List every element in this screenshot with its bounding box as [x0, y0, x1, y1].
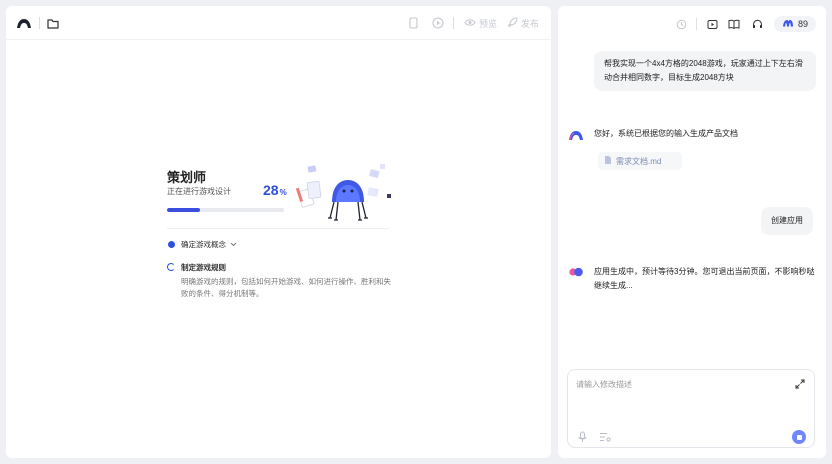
mic-icon[interactable]: [576, 430, 588, 444]
book-icon[interactable]: [728, 18, 740, 30]
message-composer: [567, 369, 815, 448]
mobile-icon[interactable]: [407, 16, 419, 30]
folder-icon[interactable]: [46, 16, 60, 30]
rocket-icon: [507, 17, 518, 30]
header-separator: [453, 17, 454, 29]
user-message: 创建应用: [761, 207, 813, 235]
video-icon[interactable]: [706, 18, 718, 30]
role-title: 策划师: [167, 170, 207, 185]
step-description: 明确游戏的规则，包括如何开始游戏、如何进行操作、胜利和失败的条件、得分机制等。: [181, 277, 391, 298]
credits-logo-icon: [782, 19, 794, 29]
step-item-rules[interactable]: 制定游戏规则: [181, 262, 226, 273]
ai-generating-icon: [569, 267, 583, 277]
progress-bar: [167, 208, 284, 212]
designer-illustration: [295, 164, 391, 221]
divider: [167, 228, 389, 229]
doc-attachment-name: 需求文档.md: [616, 156, 662, 166]
step-loading-icon: [167, 263, 175, 271]
user-message: 帮我实现一个4x4方格的2048游戏，玩家通过上下左右滑动合并相同数字，目标生成…: [594, 51, 816, 91]
progress-bar-fill: [167, 208, 200, 212]
credits-badge[interactable]: 89: [774, 16, 816, 32]
step-item-concept[interactable]: 确定游戏概念: [181, 239, 237, 250]
stop-generation-button[interactable]: [792, 430, 806, 444]
history-icon[interactable]: [675, 18, 687, 30]
stop-icon: [796, 434, 802, 440]
chat-panel: 89 帮我实现一个4x4方格的2048游戏，玩家通过上下左右滑动合并相同数字，目…: [558, 6, 826, 458]
ai-message: 应用生成中，预计等待3分钟。您可退出当前页面，不影响秒哒继续生成...: [594, 267, 815, 290]
header-separator: [39, 17, 40, 29]
headset-icon[interactable]: [751, 18, 763, 30]
play-circle-icon[interactable]: [431, 16, 445, 30]
document-icon: [604, 155, 612, 167]
expand-icon[interactable]: [794, 378, 806, 390]
chevron-down-icon[interactable]: [230, 240, 237, 249]
credits-count: 89: [797, 19, 808, 29]
preview-label: 预览: [479, 19, 498, 29]
ai-message: 您好，系统已根据您的输入生成产品文档: [594, 129, 738, 138]
workspace-header: 预览 发布: [6, 6, 551, 40]
publish-label: 发布: [521, 19, 540, 29]
workspace-panel: 预览 发布 策划师 正在进行游戏设计 28% 确定游戏概念 制定游戏规则 明确游…: [6, 6, 551, 458]
eye-icon: [464, 18, 476, 29]
header-separator: [696, 18, 697, 30]
step-done-icon: [168, 241, 175, 248]
publish-button[interactable]: 发布: [507, 17, 539, 30]
list-settings-icon[interactable]: [598, 430, 612, 444]
preview-button[interactable]: 预览: [464, 17, 497, 30]
step-label: 确定游戏概念: [181, 240, 226, 249]
logo-icon[interactable]: [16, 16, 32, 30]
doc-attachment[interactable]: 需求文档.md: [598, 152, 682, 170]
role-subtitle: 正在进行游戏设计: [167, 187, 231, 196]
message-input[interactable]: [576, 376, 776, 392]
ai-avatar-icon: [569, 131, 583, 141]
progress-percent: 28%: [263, 182, 287, 198]
